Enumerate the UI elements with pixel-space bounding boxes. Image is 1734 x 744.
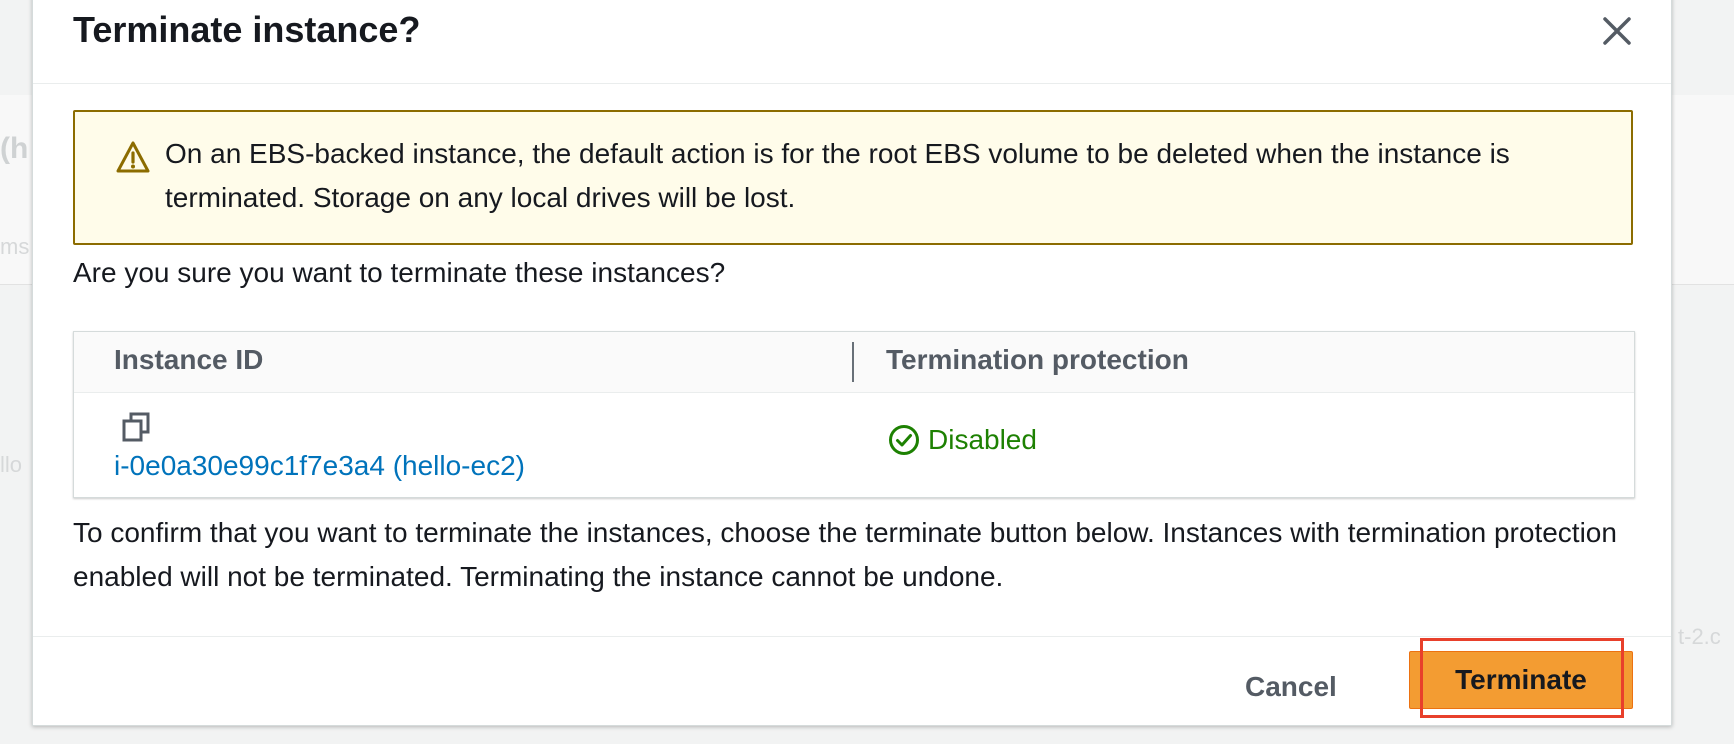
instance-id-link[interactable]: i-0e0a30e99c1f7e3a4 (hello-ec2) [114, 450, 525, 482]
column-header-termination-protection: Termination protection [886, 344, 1189, 375]
warning-alert: On an EBS-backed instance, the default a… [73, 110, 1633, 245]
close-button[interactable] [1593, 7, 1641, 55]
dialog-title: Terminate instance? [73, 9, 421, 50]
check-circle-icon [889, 425, 919, 455]
table-header: Instance ID Termination protection [74, 332, 1634, 393]
confirmation-question: Are you sure you want to terminate these… [73, 257, 726, 288]
column-header-instance-id: Instance ID [114, 344, 264, 375]
background-row-fragment: llo [0, 452, 23, 477]
background-label-fragment: ms [0, 234, 30, 259]
warning-text: On an EBS-backed instance, the default a… [165, 138, 1510, 213]
warning-triangle-icon [116, 141, 150, 173]
copy-icon[interactable] [122, 412, 150, 442]
cancel-button[interactable]: Cancel [1245, 671, 1337, 703]
background-heading-fragment: (h [0, 132, 29, 165]
status-text: Disabled [928, 424, 1037, 455]
background-right-fragment: t-2.c [1678, 624, 1721, 649]
close-icon [1603, 17, 1631, 45]
column-divider [852, 342, 854, 382]
instances-table: Instance ID Termination protection i-0e0… [73, 331, 1635, 498]
dialog-header: Terminate instance? [33, 0, 1671, 84]
terminate-instance-dialog: Terminate instance? On an EBS-backed ins… [32, 0, 1672, 726]
terminate-highlight-box [1420, 638, 1624, 718]
termination-protection-status: Disabled [888, 424, 1037, 456]
confirmation-instructions: To confirm that you want to terminate th… [73, 517, 1617, 592]
